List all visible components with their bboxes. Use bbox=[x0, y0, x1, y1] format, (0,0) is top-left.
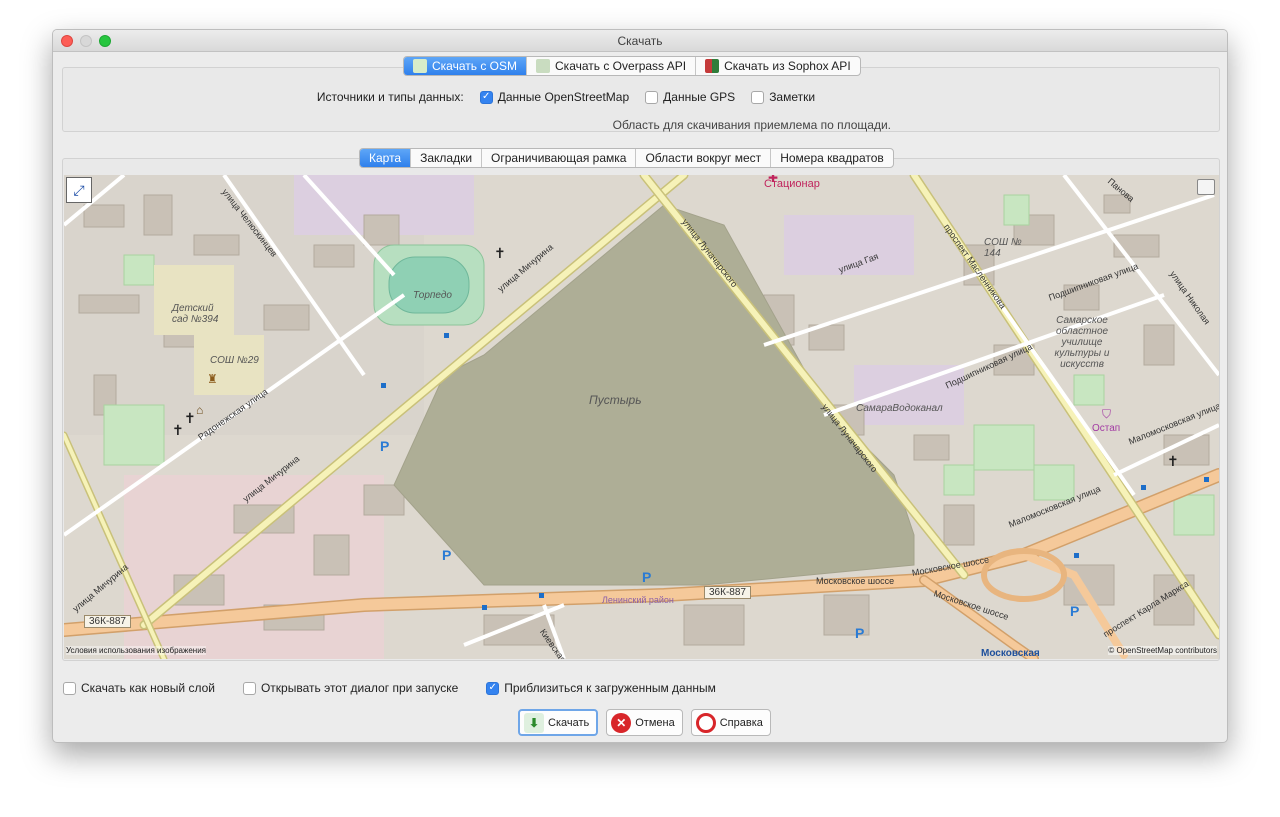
area-status-text: Область для скачивания приемлема по площ… bbox=[612, 118, 891, 132]
imagery-terms-link[interactable]: Условия использования изображения bbox=[66, 646, 207, 655]
checkbox-empty-icon bbox=[751, 90, 765, 104]
help-button[interactable]: Справка bbox=[690, 709, 771, 736]
bus-stop-icon bbox=[1141, 485, 1146, 490]
tab-map[interactable]: Карта bbox=[360, 149, 412, 167]
download-button[interactable]: ⬇ Скачать bbox=[518, 709, 599, 736]
overpass-icon bbox=[536, 59, 551, 73]
zoom-to-data-checkbox[interactable]: ✓ Приблизиться к загруженным данным bbox=[486, 681, 716, 695]
hospital-icon: ✚ bbox=[768, 175, 779, 185]
church-icon: ✝ bbox=[172, 422, 184, 438]
lifebuoy-icon bbox=[695, 712, 716, 733]
window-title: Скачать bbox=[617, 34, 663, 48]
download-dialog: Скачать Источники и типы данных: ✓ Данные… bbox=[52, 29, 1228, 743]
map-label-school29: СОШ №29 bbox=[210, 355, 259, 366]
bus-stop-icon bbox=[539, 593, 544, 598]
map-label-college: Самарское областное училище культуры и и… bbox=[1054, 315, 1110, 370]
open-on-start-checkbox[interactable]: Открывать этот диалог при запуске bbox=[242, 681, 458, 695]
expand-icon: ⤢ bbox=[73, 181, 85, 198]
cancel-icon: ✕ bbox=[611, 712, 632, 733]
parking-icon: P bbox=[642, 569, 652, 585]
checkbox-empty-icon bbox=[645, 90, 659, 104]
church-icon: ✝ bbox=[184, 410, 196, 426]
street-label-moskovskoe-1: Московское шоссе bbox=[816, 576, 895, 586]
bus-stop-icon bbox=[444, 333, 449, 338]
sources-label: Источники и типы данных: bbox=[316, 90, 464, 104]
cancel-button[interactable]: ✕ Отмена bbox=[606, 709, 683, 736]
parking-icon: P bbox=[442, 547, 452, 563]
monument-icon: ♜ bbox=[207, 372, 218, 386]
map-label-pustyr: Пустырь bbox=[589, 393, 642, 407]
minimize-window-button[interactable] bbox=[80, 35, 92, 47]
map-label-school144: СОШ № 144 bbox=[984, 237, 1022, 259]
sources-row: Источники и типы данных: ✓ Данные OpenStr… bbox=[63, 90, 1219, 104]
bus-stop-icon bbox=[1074, 553, 1079, 558]
checkbox-empty-icon bbox=[63, 681, 76, 695]
church-icon: ✝ bbox=[494, 245, 506, 261]
tab-bounding-box[interactable]: Ограничивающая рамка bbox=[482, 149, 637, 167]
map-label-district: Ленинский район bbox=[602, 595, 674, 605]
check-icon: ✓ bbox=[479, 90, 493, 104]
osm-attribution: © OpenStreetMap contributors bbox=[1108, 646, 1217, 655]
dialog-buttons: ⬇ Скачать ✕ Отмена Справка bbox=[518, 709, 771, 736]
source-panel: Источники и типы данных: ✓ Данные OpenStr… bbox=[62, 67, 1220, 132]
source-tabs: Скачать с OSM Скачать с Overpass API Ска… bbox=[403, 56, 861, 76]
tab-tile-numbers[interactable]: Номера квадратов bbox=[771, 149, 893, 167]
title-bar: Скачать bbox=[53, 30, 1227, 52]
dialog-options: Скачать как новый слой Открывать этот ди… bbox=[63, 681, 744, 695]
church-icon: ✝ bbox=[1167, 453, 1179, 469]
tab-download-sophox[interactable]: Скачать из Sophox API bbox=[696, 57, 860, 75]
sophox-icon bbox=[705, 59, 720, 73]
zoom-window-button[interactable] bbox=[99, 35, 111, 47]
check-icon: ✓ bbox=[486, 681, 500, 695]
bus-stop-icon bbox=[1204, 477, 1209, 482]
parking-icon: P bbox=[855, 625, 865, 641]
checkbox-empty-icon bbox=[242, 681, 256, 695]
tab-areas-around-places[interactable]: Области вокруг мест bbox=[636, 149, 772, 167]
download-icon: ⬇ bbox=[524, 712, 544, 733]
map-label-kindergarten: Детский сад №394 bbox=[172, 303, 219, 325]
notes-checkbox[interactable]: Заметки bbox=[751, 90, 815, 104]
tab-bookmarks[interactable]: Закладки bbox=[411, 149, 483, 167]
new-layer-checkbox[interactable]: Скачать как новый слой bbox=[63, 681, 215, 695]
fullscreen-map-button[interactable]: ⤢ bbox=[66, 177, 92, 203]
bus-stop-icon bbox=[381, 383, 386, 388]
parking-icon: P bbox=[1070, 603, 1080, 619]
shop-icon: ⛉ bbox=[1102, 407, 1112, 421]
osm-download-icon bbox=[413, 59, 427, 73]
tab-download-overpass[interactable]: Скачать с Overpass API bbox=[527, 57, 697, 75]
map-tabs: Карта Закладки Ограничивающая рамка Обла… bbox=[359, 148, 894, 168]
map-label-ostap: Остап bbox=[1092, 423, 1121, 434]
map-label-samaravodokanal: СамараВодоканал bbox=[856, 403, 943, 414]
bus-stop-icon bbox=[482, 605, 487, 610]
slippy-map[interactable]: Пустырь Торпедо Детский сад №394 СОШ №29… bbox=[64, 175, 1219, 659]
osm-data-checkbox[interactable]: ✓ Данные OpenStreetMap bbox=[479, 90, 629, 104]
map-layer-button[interactable] bbox=[1197, 179, 1215, 195]
road-ref-badge: 36К-887 bbox=[84, 615, 131, 628]
gps-data-checkbox[interactable]: Данные GPS bbox=[645, 90, 735, 104]
road-ref-badge: 36К-887 bbox=[704, 586, 751, 599]
tab-download-osm[interactable]: Скачать с OSM bbox=[404, 57, 528, 75]
museum-icon: ⌂ bbox=[196, 403, 204, 417]
parking-icon: P bbox=[380, 438, 390, 454]
map-label-metro: Московская bbox=[981, 648, 1040, 659]
close-window-button[interactable] bbox=[61, 35, 73, 47]
map-label-torpedo: Торпедо bbox=[413, 290, 452, 301]
